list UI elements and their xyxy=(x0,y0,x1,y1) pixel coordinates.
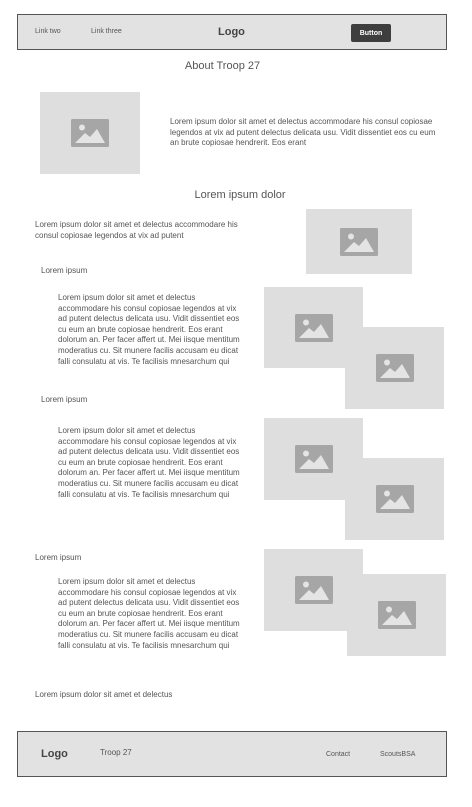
footer-link-contact[interactable]: Contact xyxy=(326,751,350,758)
image-placeholder-icon xyxy=(294,313,333,342)
item-2-text: Lorem ipsum dolor sit amet et delectus a… xyxy=(58,426,240,499)
item-3-image-b xyxy=(347,574,446,656)
footer-troop: Troop 27 xyxy=(100,748,132,757)
about-text: Lorem ipsum dolor sit amet et delectus a… xyxy=(170,117,436,148)
header-logo[interactable]: Logo xyxy=(218,26,245,38)
image-placeholder-icon xyxy=(340,227,378,256)
item-3-label: Lorem ipsum xyxy=(35,553,82,562)
item-1-text: Lorem ipsum dolor sit amet et delectus a… xyxy=(58,293,240,366)
about-image xyxy=(40,92,140,174)
nav-link-two[interactable]: Link two xyxy=(35,28,61,35)
image-placeholder-icon xyxy=(375,485,414,513)
footer-link-scoutsbsa[interactable]: ScoutsBSA xyxy=(380,751,415,758)
closing-text: Lorem ipsum dolor sit amet et delectus xyxy=(35,690,173,699)
image-placeholder-icon xyxy=(294,576,333,604)
image-placeholder-icon xyxy=(377,601,416,629)
image-placeholder-icon xyxy=(294,445,333,473)
about-title: About Troop 27 xyxy=(184,60,261,72)
image-placeholder-icon xyxy=(71,119,109,147)
intro-image xyxy=(306,209,412,274)
item-1-label: Lorem ipsum xyxy=(41,266,88,275)
section-title: Lorem ipsum dolor xyxy=(194,189,286,201)
image-placeholder-icon xyxy=(375,354,414,382)
header-button[interactable]: Button xyxy=(351,24,391,42)
item-3-text: Lorem ipsum dolor sit amet et delectus a… xyxy=(58,577,240,650)
item-1-image-b xyxy=(345,327,444,409)
item-2-label: Lorem ipsum xyxy=(41,395,88,404)
footer-logo[interactable]: Logo xyxy=(41,748,68,760)
footer: Logo Troop 27 Contact ScoutsBSA xyxy=(17,731,447,777)
nav-link-three[interactable]: Link three xyxy=(91,28,122,35)
section-intro: Lorem ipsum dolor sit amet et delectus a… xyxy=(35,220,238,240)
navbar: Link two Link three Logo Button xyxy=(17,14,447,50)
item-2-image-b xyxy=(345,458,444,540)
